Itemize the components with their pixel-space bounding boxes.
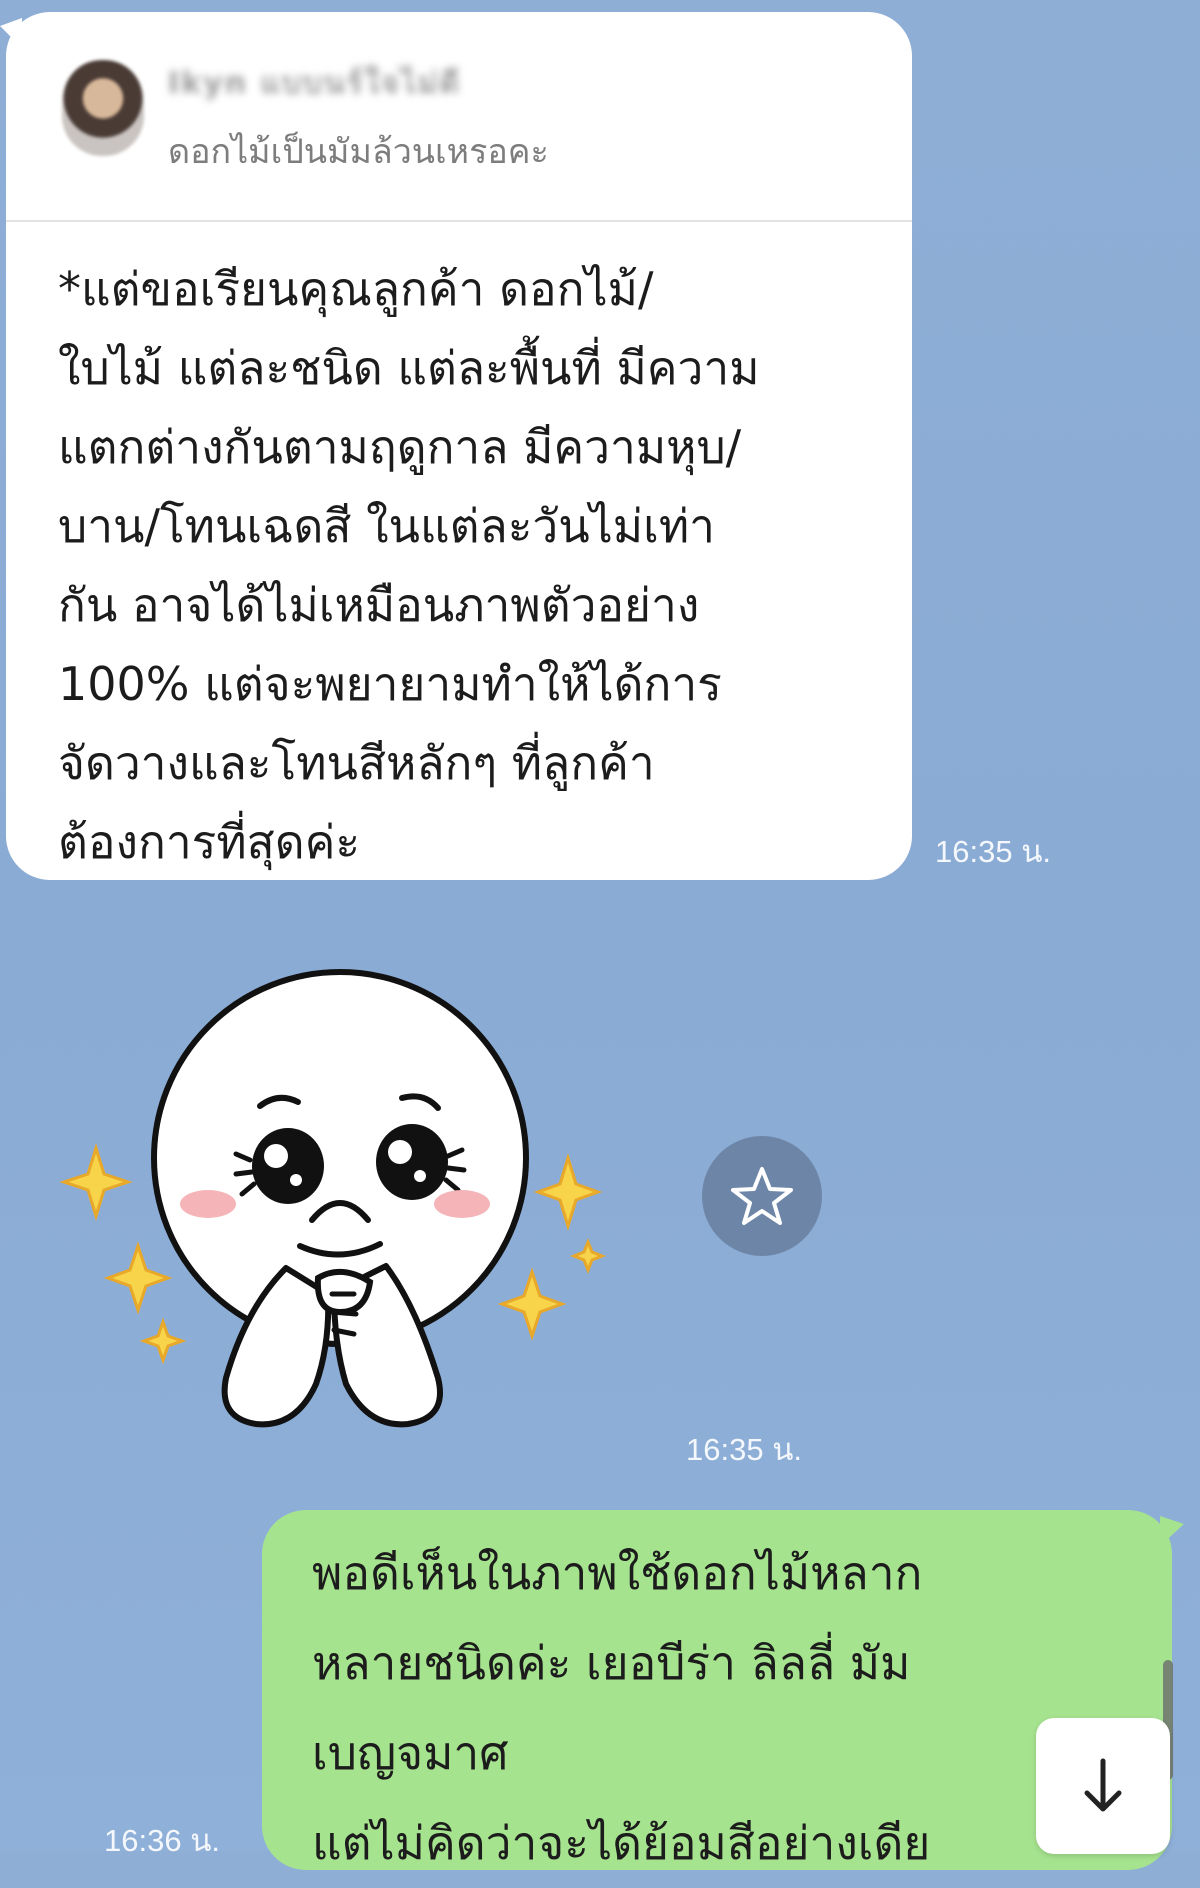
arrow-down-icon: [1084, 1758, 1122, 1812]
incoming-message-text: *แต่ขอเรียนคุณลูกค้า ดอกไม้/ ใบไม้ แต่ละ…: [58, 262, 760, 869]
star-outline-icon: [731, 1167, 793, 1225]
quoted-sender-name: Ikyn แบบนร์ใจไม่ดี: [168, 66, 462, 101]
sender-avatar[interactable]: [62, 60, 144, 156]
reply-divider: [6, 220, 912, 222]
sticker-timestamp: 16:35 น.: [686, 1432, 802, 1467]
incoming-message-bubble[interactable]: Ikyn แบบนร์ใจไม่ดี ดอกไม้เป็นมัมล้วนเหรอ…: [0, 12, 912, 880]
moon-praying-sticker[interactable]: [50, 948, 610, 1448]
quoted-reply[interactable]: Ikyn แบบนร์ใจไม่ดี ดอกไม้เป็นมัมล้วนเหรอ…: [6, 12, 912, 210]
outgoing-timestamp: 16:36 น.: [104, 1823, 220, 1858]
incoming-timestamp: 16:35 น.: [935, 834, 1051, 869]
quoted-message-text: ดอกไม้เป็นมัมล้วนเหรอคะ: [168, 132, 549, 172]
scroll-to-bottom-button[interactable]: [1036, 1718, 1170, 1854]
favorite-sticker-button[interactable]: [702, 1136, 822, 1256]
outgoing-message-text: พอดีเห็นในภาพใช้ดอกไม้หลาก หลายชนิดค่ะ เ…: [312, 1546, 931, 1870]
